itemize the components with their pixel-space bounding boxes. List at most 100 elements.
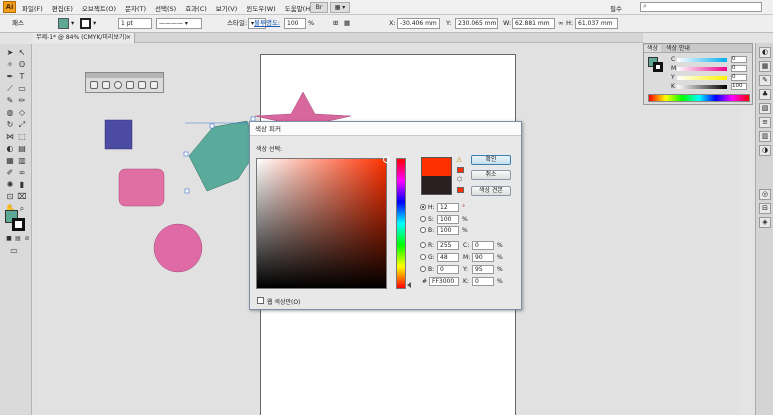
document-tab[interactable]: 무제-1* @ 84% (CMYK/미리보기) × bbox=[33, 33, 135, 43]
free-transform-icon[interactable]: ⬚ bbox=[16, 132, 28, 142]
rectangle-tool-icon[interactable]: ▭ bbox=[16, 84, 28, 94]
y-value[interactable]: 0 bbox=[731, 74, 747, 81]
gradient-icon[interactable]: ▥ bbox=[759, 131, 771, 142]
polygon-icon[interactable] bbox=[126, 81, 134, 89]
selection-handle[interactable] bbox=[184, 188, 190, 194]
reference-point-icon[interactable]: ▦ bbox=[344, 18, 350, 29]
paintbrush-icon[interactable]: ✎ bbox=[4, 96, 16, 106]
y-field[interactable]: 95 bbox=[472, 265, 494, 274]
r-radio[interactable] bbox=[420, 242, 426, 248]
h-radio[interactable] bbox=[420, 204, 426, 210]
blue-field[interactable]: 0 bbox=[437, 265, 459, 274]
symbol-sprayer-icon[interactable]: ✺ bbox=[4, 180, 16, 190]
search-input[interactable] bbox=[640, 2, 762, 12]
web-safe-swatch[interactable] bbox=[457, 187, 464, 193]
menu-file[interactable]: 파일(F) bbox=[22, 3, 43, 13]
blue-radio[interactable] bbox=[420, 266, 426, 272]
blend-icon[interactable]: ∞ bbox=[16, 168, 28, 178]
hex-field[interactable]: FF3000 bbox=[429, 277, 459, 286]
scale-icon[interactable]: ⤢ bbox=[16, 120, 28, 130]
y-slider-row[interactable]: Y0 bbox=[671, 74, 750, 81]
stroke-icon[interactable]: ≡ bbox=[759, 117, 771, 128]
transparency-icon[interactable]: ◑ bbox=[759, 145, 771, 156]
menu-type[interactable]: 문자(T) bbox=[125, 3, 146, 13]
eyedropper-icon[interactable]: ✐ bbox=[4, 168, 16, 178]
tab-color-guide[interactable]: 색상 안내 bbox=[663, 45, 693, 52]
m-value[interactable]: 0 bbox=[731, 65, 747, 72]
tab-color[interactable]: 색상 bbox=[644, 45, 662, 52]
symbols-icon[interactable]: ♣ bbox=[759, 89, 771, 100]
appearance-icon[interactable]: ◎ bbox=[759, 189, 771, 200]
close-icon[interactable]: × bbox=[126, 33, 131, 43]
k-slider-row[interactable]: K 100 bbox=[671, 83, 750, 90]
pink-circle[interactable] bbox=[153, 223, 203, 273]
width-tool-icon[interactable]: ⋈ bbox=[4, 132, 16, 142]
ellipse-icon[interactable] bbox=[114, 81, 122, 89]
none-mode-icon[interactable]: ⊘ bbox=[21, 234, 33, 244]
s-radio[interactable] bbox=[420, 216, 426, 222]
color-spectrum[interactable] bbox=[648, 94, 750, 102]
fill-swatch[interactable] bbox=[58, 18, 69, 29]
r-field[interactable]: 255 bbox=[437, 241, 459, 250]
opacity-field[interactable]: 100 bbox=[284, 18, 306, 29]
rotate-icon[interactable]: ↻ bbox=[4, 120, 16, 130]
original-color-preview[interactable] bbox=[422, 176, 451, 194]
s-field[interactable]: 100 bbox=[437, 215, 459, 224]
chevron-down-icon[interactable]: ▾ bbox=[71, 18, 74, 29]
m-slider-row[interactable]: M0 bbox=[671, 65, 750, 72]
line-tool-icon[interactable]: ⟋ bbox=[4, 84, 16, 94]
eraser-icon[interactable]: ◇ bbox=[16, 108, 28, 118]
cancel-button[interactable]: 취소 bbox=[471, 170, 511, 180]
k-field[interactable]: 0 bbox=[472, 277, 494, 286]
menu-select[interactable]: 선택(S) bbox=[155, 3, 176, 13]
type-tool-icon[interactable]: T bbox=[16, 72, 28, 82]
blue-square[interactable] bbox=[104, 119, 133, 150]
menu-view[interactable]: 보기(V) bbox=[216, 3, 237, 13]
c-slider[interactable] bbox=[677, 58, 727, 62]
menu-effect[interactable]: 효과(C) bbox=[185, 3, 207, 13]
direct-selection-tool-icon[interactable]: ↖ bbox=[16, 48, 28, 58]
h-field[interactable]: 61.037 mm bbox=[575, 18, 618, 29]
swatches-icon[interactable]: ▦ bbox=[759, 61, 771, 72]
pen-tool-icon[interactable]: ✒ bbox=[4, 72, 16, 82]
k-value[interactable]: 100 bbox=[731, 83, 747, 90]
c-field[interactable]: 0 bbox=[472, 241, 494, 250]
chevron-down-icon[interactable]: ▾ bbox=[93, 18, 96, 29]
selection-tool-icon[interactable]: ➤ bbox=[4, 48, 16, 58]
artboard-tool-icon[interactable]: ⊡ bbox=[4, 192, 16, 202]
float-panel-header[interactable] bbox=[86, 73, 163, 78]
shape-builder-icon[interactable]: ◐ bbox=[4, 144, 16, 154]
hue-slider-arrow[interactable] bbox=[407, 282, 411, 288]
link-icon[interactable]: ∞ bbox=[558, 18, 563, 29]
stroke-width-field[interactable]: 1 pt bbox=[118, 18, 152, 29]
perspective-grid-icon[interactable]: ▤ bbox=[16, 144, 28, 154]
menu-window[interactable]: 윈도우(W) bbox=[246, 3, 275, 13]
stroke-swatch[interactable] bbox=[80, 18, 91, 29]
k-slider[interactable] bbox=[677, 85, 727, 89]
graphic-styles-icon[interactable]: ▧ bbox=[759, 103, 771, 114]
rectangle-icon[interactable] bbox=[90, 81, 98, 89]
stroke-profile-select[interactable]: ———— ▾ bbox=[156, 18, 202, 29]
blob-brush-icon[interactable]: ◍ bbox=[4, 108, 16, 118]
color-field-marker[interactable] bbox=[383, 156, 390, 163]
brushes-icon[interactable]: ✎ bbox=[759, 75, 771, 86]
color-field[interactable] bbox=[256, 156, 390, 289]
y-field[interactable]: 230.065 mm bbox=[455, 18, 498, 29]
magic-wand-icon[interactable]: ✧ bbox=[4, 60, 16, 70]
color-panel-icon[interactable]: ◐ bbox=[759, 47, 771, 58]
out-of-gamut-warning-icon[interactable]: ⚠ bbox=[456, 156, 462, 164]
bridge-button[interactable]: Br bbox=[310, 2, 328, 13]
screen-mode-icon[interactable]: ▭ bbox=[8, 246, 20, 256]
g-radio[interactable] bbox=[420, 254, 426, 260]
flare-icon[interactable] bbox=[150, 81, 158, 89]
pink-rounded-rectangle[interactable] bbox=[118, 168, 165, 207]
panel-stroke-box[interactable] bbox=[653, 62, 663, 72]
m-field[interactable]: 90 bbox=[472, 253, 494, 262]
menu-edit[interactable]: 편집(E) bbox=[52, 3, 73, 13]
slice-tool-icon[interactable]: ⌧ bbox=[16, 192, 28, 202]
selection-handle[interactable] bbox=[209, 123, 215, 129]
graph-tool-icon[interactable]: ▮ bbox=[16, 180, 28, 190]
color-swatches-button[interactable]: 색상 견본 bbox=[471, 186, 511, 196]
teal-hexagon[interactable] bbox=[188, 120, 258, 192]
b-field[interactable]: 100 bbox=[437, 226, 459, 235]
